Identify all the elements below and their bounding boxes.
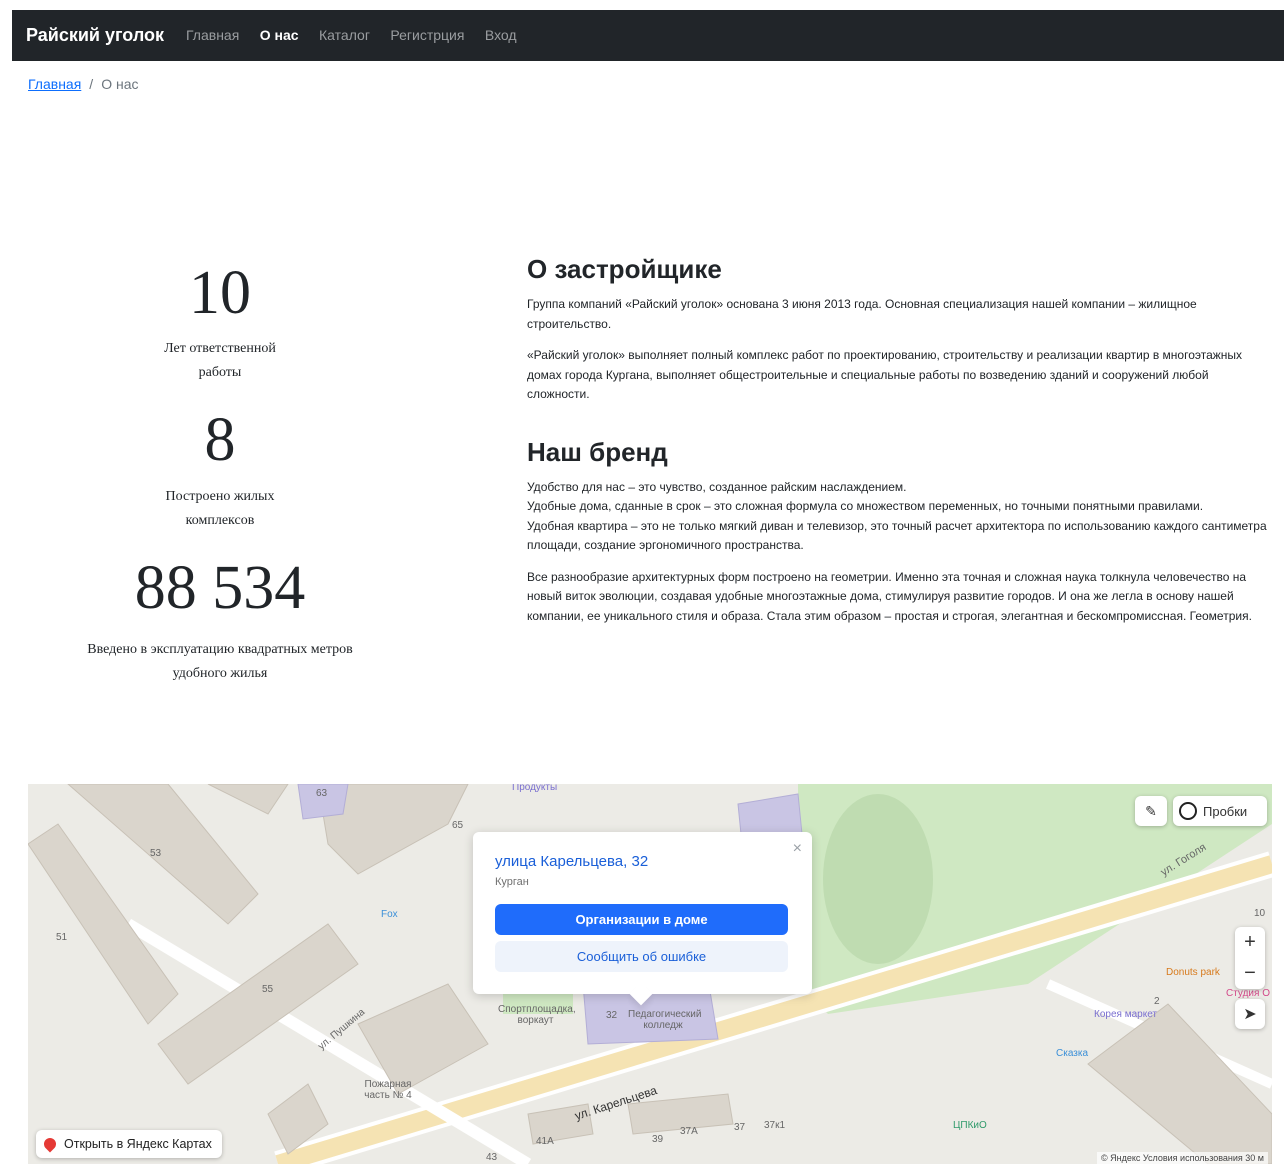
house-number: 32	[606, 1010, 618, 1021]
brand-paragraph-1: Удобство для нас – это чувство, созданно…	[527, 478, 1272, 556]
stat-years-value: 10	[189, 259, 251, 327]
map-label-fox[interactable]: Fox	[381, 909, 398, 920]
house-number: 63	[316, 788, 328, 799]
zoom-control: + −	[1235, 927, 1265, 989]
house-number: 37к1	[764, 1120, 786, 1131]
house-number: 39	[652, 1134, 664, 1145]
brand-paragraph-2: Все разнообразие архитектурных форм пост…	[527, 569, 1252, 623]
geolocation-button[interactable]: ➤	[1235, 999, 1265, 1029]
nav-link-register[interactable]: Регистрция	[390, 27, 464, 43]
yandex-map[interactable]: Продукты Fox ул. Пушкина ул. Гоголя ул. …	[28, 784, 1272, 1164]
stat-area-value: 88 534	[134, 553, 306, 622]
brand-title: Наш бренд	[527, 436, 668, 467]
zoom-in-button[interactable]: +	[1235, 927, 1265, 958]
brand-line-1: Удобство для нас – это чувство, созданно…	[527, 479, 907, 494]
location-arrow-icon: ➤	[1243, 1006, 1257, 1023]
nav-link-login[interactable]: Вход	[485, 27, 517, 43]
house-number: 41А	[536, 1136, 554, 1147]
house-number: 53	[150, 848, 162, 859]
nav-link-home[interactable]: Главная	[186, 27, 239, 43]
house-number: 65	[452, 820, 464, 831]
stats-column: 10 Лет ответственной работы 8 Построено …	[40, 258, 400, 686]
zoom-out-button[interactable]: −	[1235, 958, 1265, 989]
brand-line-2: Удобные дома, сданные в срок – это сложн…	[527, 499, 1204, 513]
map-label-korean[interactable]: Корея маркет	[1094, 1009, 1157, 1020]
house-number: 55	[262, 984, 274, 995]
map-label-studio[interactable]: Студия О	[1226, 988, 1270, 999]
ruler-icon: ✎	[1145, 802, 1157, 819]
house-number: 10	[1254, 908, 1266, 919]
balloon-city: Курган	[495, 876, 529, 888]
breadcrumb: Главная / О нас	[28, 76, 138, 92]
about-paragraph-2: «Райский уголок» выполняет полный компле…	[527, 348, 1243, 401]
house-number: 37	[734, 1122, 746, 1133]
report-error-button[interactable]: Сообщить об ошибке	[495, 941, 788, 972]
house-number: 37А	[680, 1126, 698, 1137]
map-label-sport[interactable]: Спортплощадка, воркаут	[498, 1004, 576, 1026]
map-label-fire[interactable]: Пожарная часть № 4	[353, 1079, 423, 1101]
map-label-donuts[interactable]: Donuts park	[1166, 967, 1220, 978]
breadcrumb-separator: /	[89, 76, 94, 92]
nav-link-catalog[interactable]: Каталог	[319, 27, 370, 43]
traffic-label: Пробки	[1203, 803, 1248, 819]
breadcrumb-home-link[interactable]: Главная	[28, 76, 81, 92]
close-icon[interactable]: ×	[793, 840, 802, 858]
address-balloon: × улица Карельцева, 32 Курган Организаци…	[473, 832, 812, 994]
open-in-yandex-maps-label: Открыть в Яндекс Картах	[64, 1137, 212, 1151]
stat-complexes-label: Построено жилых комплексов	[165, 488, 275, 528]
map-label-cpkio[interactable]: ЦПКиО	[953, 1120, 987, 1131]
map-attribution: © Яндекс Условия использования 30 м	[1097, 1152, 1268, 1164]
main-nav: Главная О нас Каталог Регистрция Вход	[186, 27, 533, 45]
map-label-college[interactable]: Педагогический колледж	[628, 1009, 701, 1031]
balloon-address[interactable]: улица Карельцева, 32	[495, 852, 790, 872]
house-number: 51	[56, 932, 68, 943]
traffic-button[interactable]: Пробки	[1173, 796, 1267, 826]
brand-logo[interactable]: Райский уголок	[26, 25, 164, 46]
map-label-products: Продукты	[512, 784, 558, 793]
about-paragraph-1: Группа компаний «Райский уголок» основан…	[527, 297, 1197, 331]
about-section: О застройщике Группа компаний «Райский у…	[527, 254, 1272, 638]
ruler-button[interactable]: ✎	[1135, 796, 1167, 826]
top-navbar: Райский уголок Главная О нас Каталог Рег…	[12, 10, 1284, 61]
brand-line-3: Удобная квартира – это не только мягкий …	[527, 518, 1267, 553]
stat-area-label: Введено в эксплуатацию квадратных метров…	[87, 641, 353, 681]
open-in-yandex-maps-button[interactable]: Открыть в Яндекс Картах	[36, 1130, 222, 1158]
about-title: О застройщике	[527, 254, 722, 284]
breadcrumb-current: О нас	[101, 76, 139, 92]
map-pin-icon	[41, 1135, 59, 1153]
traffic-icon	[1179, 802, 1197, 820]
stat-years-label: Лет ответственной работы	[164, 341, 276, 381]
organizations-button[interactable]: Организации в доме	[495, 904, 788, 935]
house-number: 43	[486, 1152, 498, 1163]
house-number: 2	[1154, 996, 1160, 1007]
map-label-skazka[interactable]: Сказка	[1056, 1048, 1088, 1059]
nav-link-about[interactable]: О нас	[260, 27, 299, 43]
stat-complexes-value: 8	[204, 406, 236, 475]
